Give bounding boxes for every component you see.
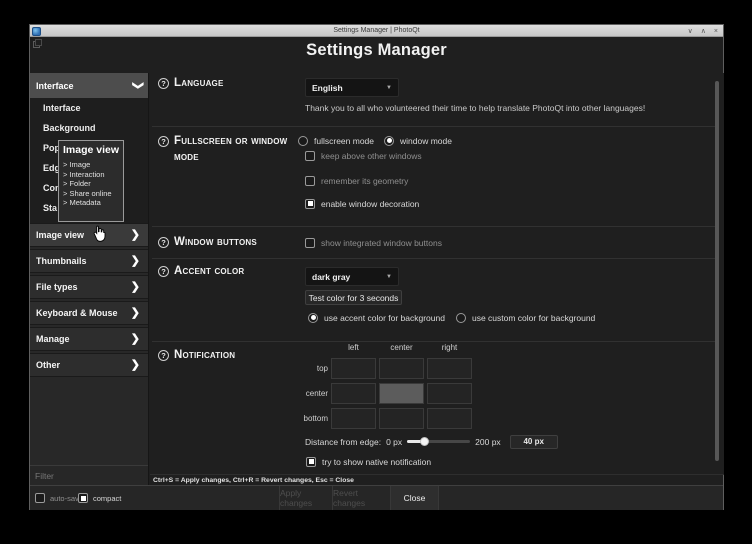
section-title-accent-color: Accent color <box>174 264 304 280</box>
language-note: Thank you to all who volunteered their t… <box>305 103 725 113</box>
sidebar: Interface ❯ Interface Background Pop Edg… <box>30 73 149 485</box>
notification-position-cell-top-center[interactable] <box>379 358 424 379</box>
footer-bar: auto-save compact Apply changes Revert c… <box>30 485 723 510</box>
sidebar-subitem-interface[interactable]: Interface <box>30 98 148 118</box>
notification-position-cell-bottom-right[interactable] <box>427 408 472 429</box>
minimize-button[interactable]: ∨ <box>688 28 693 35</box>
notification-position-cell-top-left[interactable] <box>331 358 376 379</box>
grid-col-label-left: left <box>331 343 376 352</box>
close-window-button[interactable]: × <box>714 28 718 35</box>
custom-background-radio[interactable] <box>456 313 466 323</box>
divider <box>152 258 716 259</box>
sidebar-item-image-view[interactable]: Image view ❯ <box>30 223 148 247</box>
dropdown-arrow-icon: ▼ <box>386 85 392 91</box>
divider <box>152 126 716 127</box>
accent-background-radio[interactable] <box>308 313 318 323</box>
notification-position-cell-center-right[interactable] <box>427 383 472 404</box>
shortcuts-hint: Ctrl+S = Apply changes, Ctrl+R = Revert … <box>150 477 354 484</box>
grid-row-label-top: top <box>278 364 328 373</box>
maximize-button[interactable]: ∧ <box>701 28 706 35</box>
test-color-button[interactable]: Test color for 3 seconds <box>305 290 402 305</box>
revert-changes-button[interactable]: Revert changes <box>332 486 390 510</box>
native-notification-checkbox[interactable] <box>306 457 316 467</box>
chevron-right-icon: ❯ <box>131 230 140 241</box>
distance-label: Distance from edge: <box>305 437 381 447</box>
remember-geometry-checkbox[interactable] <box>305 176 315 186</box>
help-icon[interactable]: ? <box>158 266 169 277</box>
auto-save-checkbox[interactable] <box>35 493 45 503</box>
grid-row-label-center: center <box>278 389 328 398</box>
settings-manager-window: Settings Manager | PhotoQt ∨ ∧ × Setting… <box>29 24 724 510</box>
chevron-right-icon: ❯ <box>131 360 140 371</box>
fullscreen-mode-radio[interactable] <box>298 136 308 146</box>
settings-content: ? Language English ▼ Thank you to all wh… <box>150 73 724 474</box>
hand-cursor <box>92 225 106 243</box>
help-icon[interactable]: ? <box>158 237 169 248</box>
grid-row-label-bottom: bottom <box>278 414 328 423</box>
tooltip-title: Image view <box>63 144 119 156</box>
filter-input[interactable] <box>30 467 148 486</box>
content-scrollbar[interactable] <box>715 81 719 461</box>
close-button[interactable]: Close <box>390 486 439 510</box>
notification-position-cell-top-right[interactable] <box>427 358 472 379</box>
grid-col-label-right: right <box>427 343 472 352</box>
distance-max-label: 200 px <box>475 437 501 447</box>
distance-value-field[interactable]: 40 px <box>510 435 558 449</box>
notification-position-cell-center-center[interactable] <box>379 383 424 404</box>
filter-row <box>30 465 148 485</box>
grid-col-label-center: center <box>379 343 424 352</box>
divider <box>152 341 716 342</box>
keep-above-checkbox[interactable] <box>305 151 315 161</box>
sidebar-subitem-background[interactable]: Background <box>30 118 148 138</box>
chevron-right-icon: ❯ <box>131 282 140 293</box>
apply-changes-button[interactable]: Apply changes <box>279 486 332 510</box>
chevron-right-icon: ❯ <box>131 256 140 267</box>
slider-handle[interactable] <box>420 437 429 446</box>
page-title: Settings Manager <box>30 41 723 60</box>
section-title-language: Language <box>174 76 296 92</box>
distance-min-label: 0 px <box>386 437 402 447</box>
image-view-tooltip: Image view > Image > Interaction > Folde… <box>58 140 124 222</box>
divider <box>152 226 716 227</box>
chevron-right-icon: ❯ <box>131 308 140 319</box>
section-title-fullscreen: Fullscreen or window mode <box>174 134 298 165</box>
window-decoration-checkbox[interactable] <box>305 199 315 209</box>
titlebar: Settings Manager | PhotoQt ∨ ∧ × <box>30 25 723 37</box>
help-icon[interactable]: ? <box>158 78 169 89</box>
window-mode-radio[interactable] <box>384 136 394 146</box>
sidebar-item-manage[interactable]: Manage ❯ <box>30 327 148 351</box>
sidebar-item-thumbnails[interactable]: Thumbnails ❯ <box>30 249 148 273</box>
photoqt-app-icon[interactable] <box>32 27 41 36</box>
sidebar-category-interface[interactable]: Interface ❯ <box>30 73 148 98</box>
dropdown-arrow-icon: ▼ <box>386 274 392 280</box>
help-icon[interactable]: ? <box>158 136 169 147</box>
integrated-window-buttons-checkbox[interactable] <box>305 238 315 248</box>
chevron-down-icon: ❯ <box>132 81 143 90</box>
chevron-right-icon: ❯ <box>131 334 140 345</box>
shortcut-hint-row: Ctrl+S = Apply changes, Ctrl+R = Revert … <box>150 474 724 485</box>
accent-color-dropdown[interactable]: dark gray ▼ <box>305 267 399 286</box>
notification-position-cell-center-left[interactable] <box>331 383 376 404</box>
window-title: Settings Manager | PhotoQt <box>30 27 723 34</box>
notification-position-cell-bottom-center[interactable] <box>379 408 424 429</box>
language-dropdown[interactable]: English ▼ <box>305 78 399 97</box>
notification-position-cell-bottom-left[interactable] <box>331 408 376 429</box>
section-title-window-buttons: Window buttons <box>174 235 304 251</box>
sidebar-item-other[interactable]: Other ❯ <box>30 353 148 377</box>
distance-slider[interactable] <box>407 440 470 443</box>
section-title-notification: Notification <box>174 348 304 364</box>
help-icon[interactable]: ? <box>158 350 169 361</box>
sidebar-item-file-types[interactable]: File types ❯ <box>30 275 148 299</box>
sidebar-item-keyboard-mouse[interactable]: Keyboard & Mouse ❯ <box>30 301 148 325</box>
compact-checkbox[interactable] <box>78 493 88 503</box>
